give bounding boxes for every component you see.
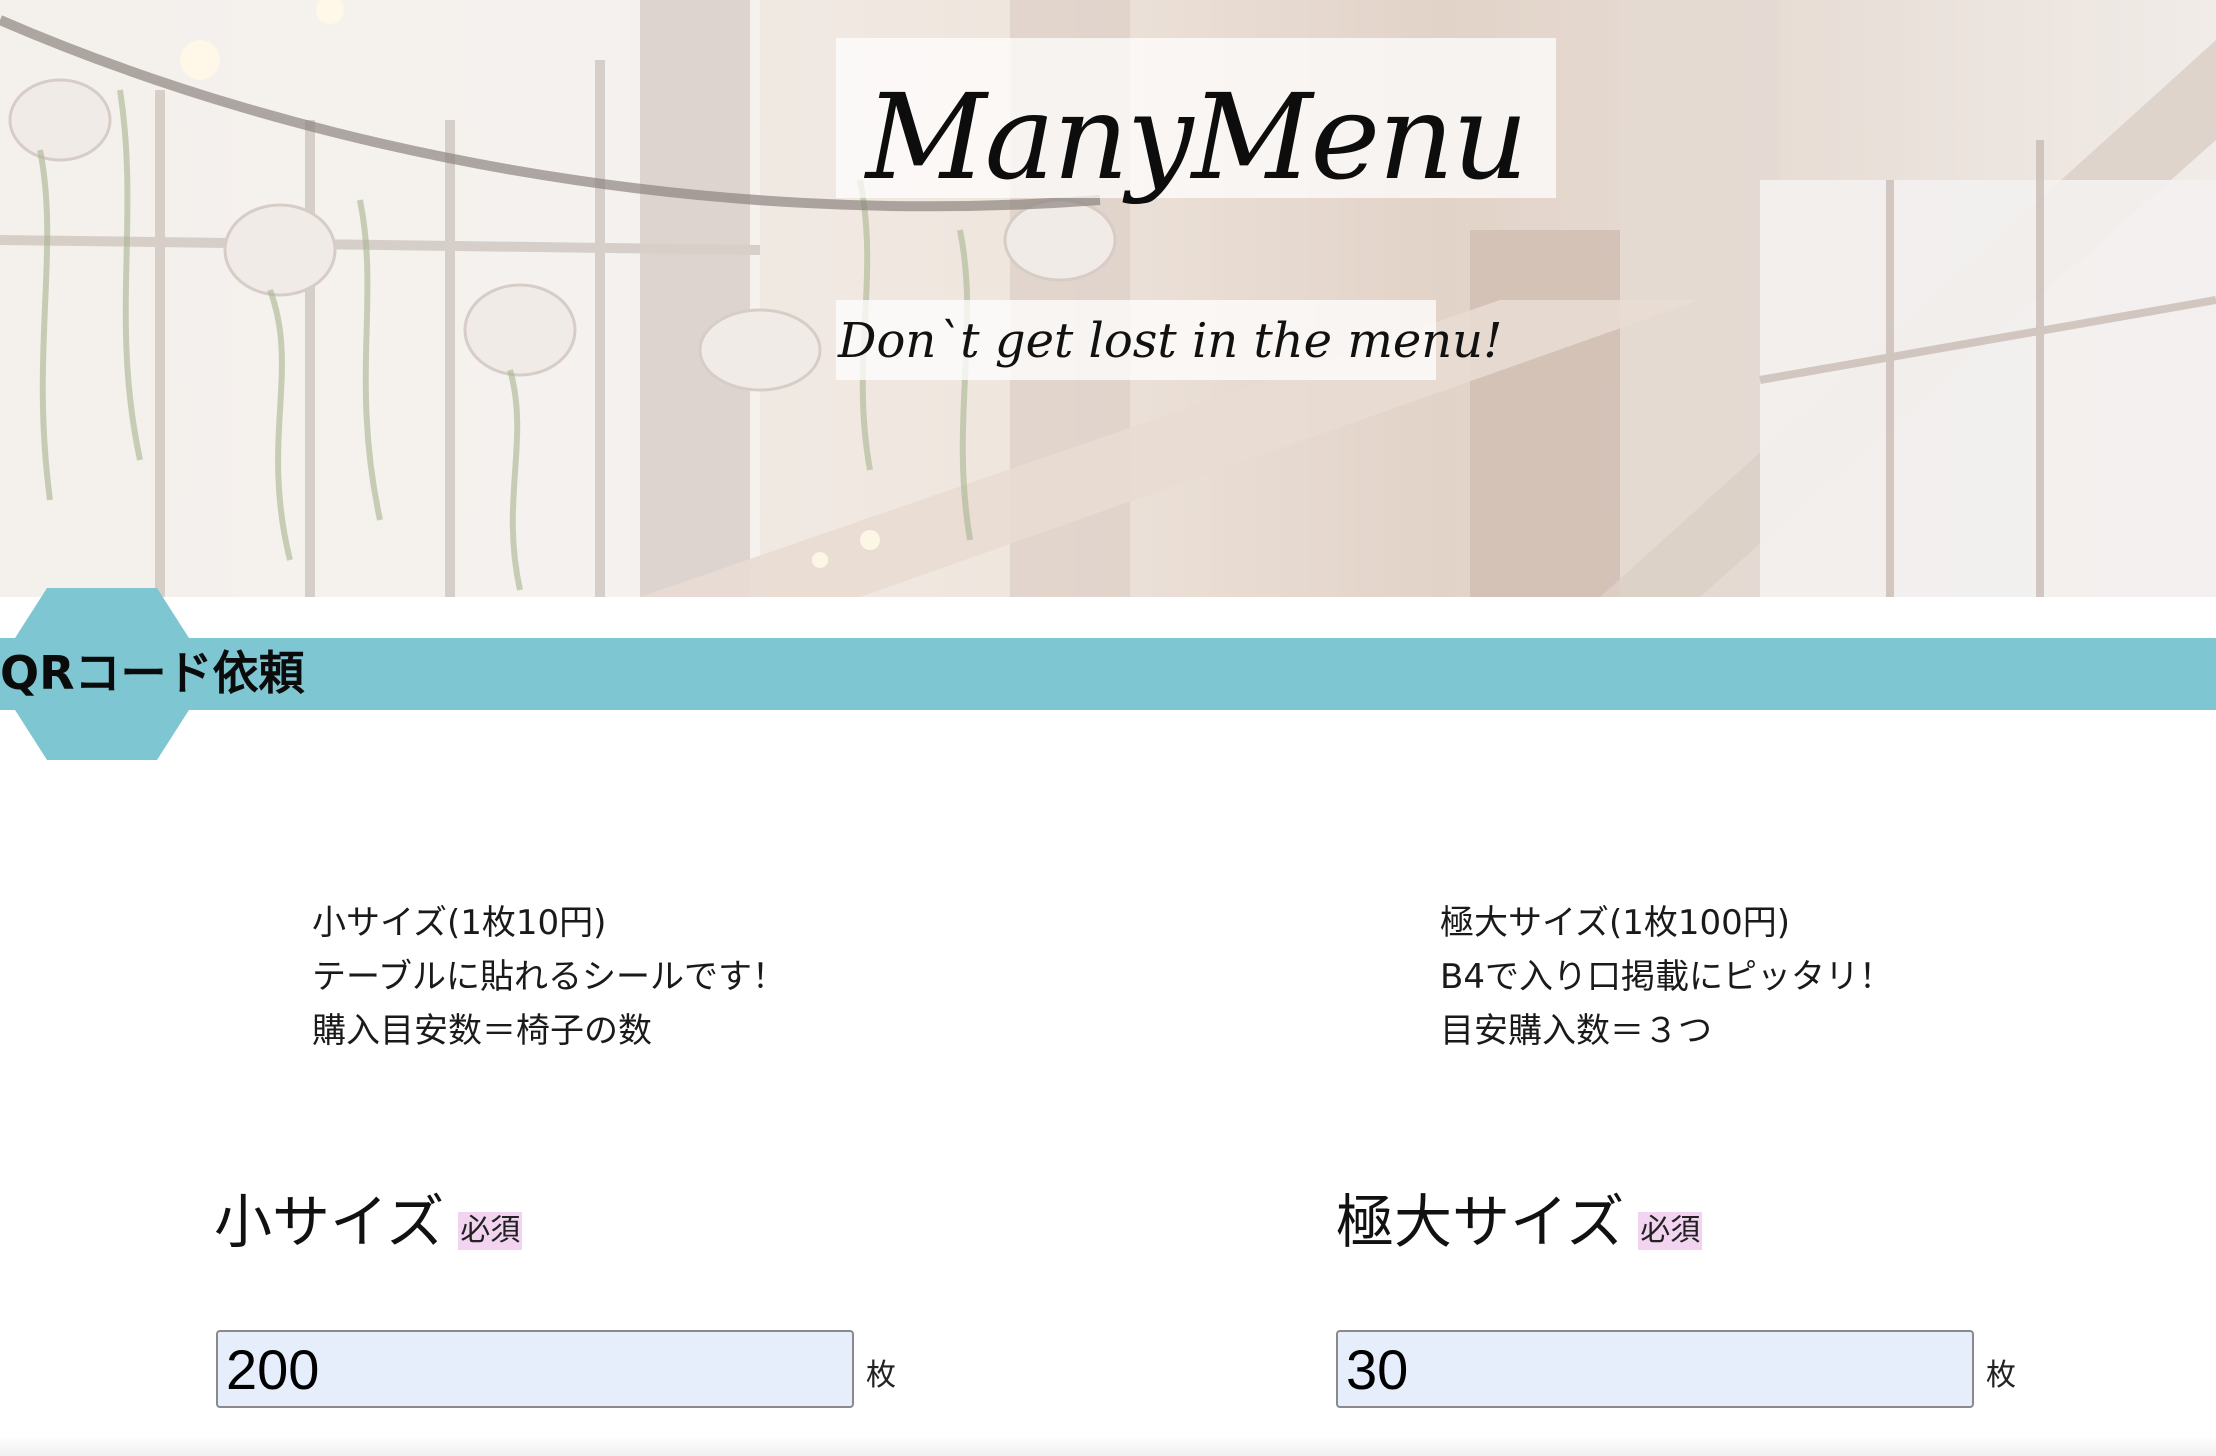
section-title: QRコード依頼: [0, 646, 305, 700]
small-size-field-label: 小サイズ 必須: [214, 1182, 523, 1262]
large-size-field-label: 極大サイズ 必須: [1336, 1182, 1703, 1262]
description-line: 購入目安数＝椅子の数: [312, 1011, 652, 1051]
description-line: 目安購入数＝３つ: [1440, 1011, 1712, 1051]
unit-label: 枚: [866, 1358, 896, 1393]
description-line: B4で入り口掲載にピッタリ！: [1440, 957, 1893, 997]
hero-banner: ManyMenu Don`t get lost in the menu!: [0, 0, 2216, 597]
small-size-quantity-input[interactable]: [216, 1330, 854, 1408]
required-badge: 必須: [458, 1212, 523, 1250]
field-label-text: 極大サイズ: [1336, 1188, 1625, 1256]
required-badge: 必須: [1638, 1212, 1703, 1250]
unit-label: 枚: [1986, 1358, 2016, 1393]
description-line: 極大サイズ(1枚100円): [1440, 903, 1791, 943]
large-size-description: 極大サイズ(1枚100円) B4で入り口掲載にピッタリ！ 目安購入数＝３つ: [1440, 896, 1893, 1058]
small-size-description: 小サイズ(1枚10円) テーブルに貼れるシールです！ 購入目安数＝椅子の数: [312, 896, 786, 1058]
large-size-quantity-input[interactable]: [1336, 1330, 1974, 1408]
site-tagline: Don`t get lost in the menu!: [838, 313, 1503, 369]
section-header-bar: [0, 638, 2216, 710]
field-label-text: 小サイズ: [214, 1188, 445, 1256]
bottom-shadow: [0, 1436, 2216, 1456]
description-line: テーブルに貼れるシールです！: [312, 957, 786, 997]
description-line: 小サイズ(1枚10円): [312, 903, 607, 943]
site-logo[interactable]: ManyMenu: [836, 62, 1556, 212]
